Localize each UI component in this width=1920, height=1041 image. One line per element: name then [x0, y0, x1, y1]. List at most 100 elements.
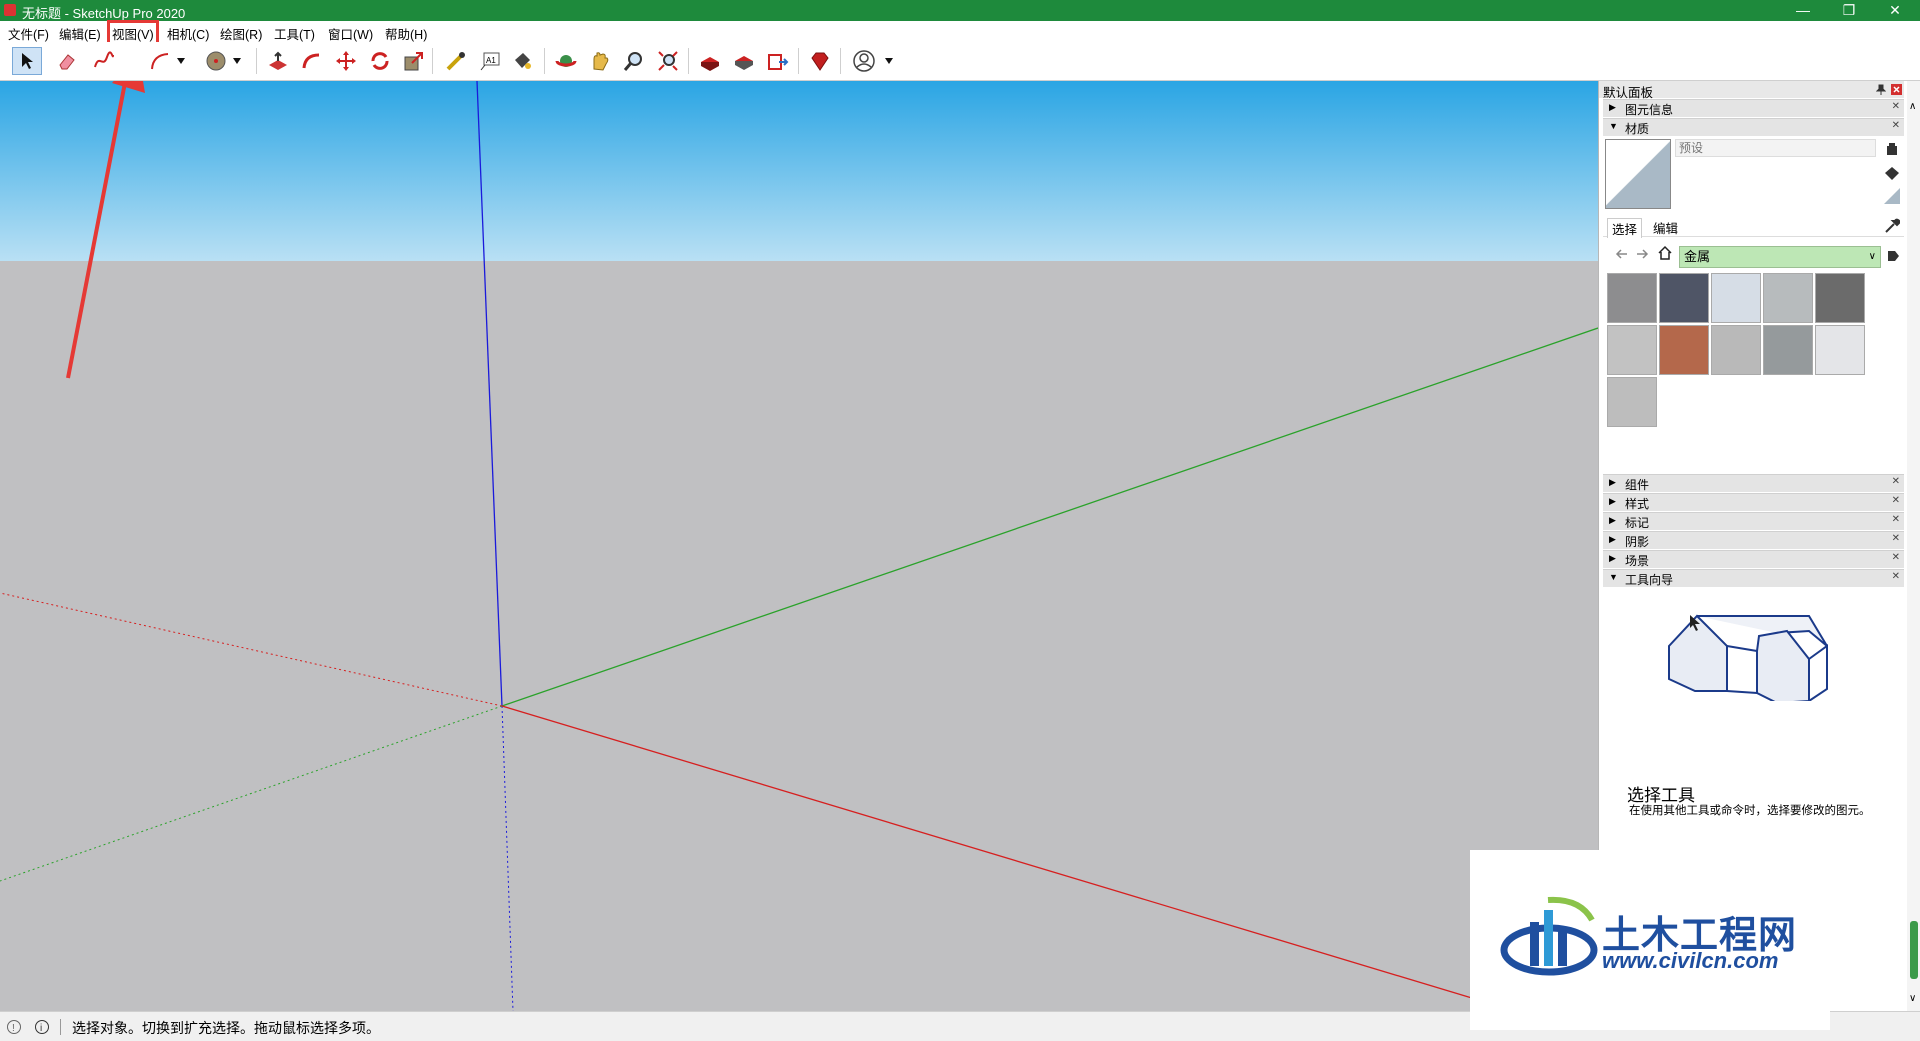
material-swatch[interactable] — [1659, 273, 1709, 323]
material-swatch[interactable] — [1607, 273, 1657, 323]
axes-drawing — [0, 81, 1598, 1011]
svg-text:A1: A1 — [486, 56, 496, 65]
menu-camera[interactable]: 相机(C) — [166, 24, 210, 43]
scroll-thumb[interactable] — [1910, 921, 1918, 979]
menu-tools[interactable]: 工具(T) — [273, 24, 316, 43]
material-swatch[interactable] — [1711, 273, 1761, 323]
menu-view[interactable]: 视图(V) — [107, 20, 159, 47]
freehand-icon — [94, 51, 114, 68]
forward-arrow-icon[interactable] — [1635, 247, 1649, 261]
paint-bucket-tool-button[interactable] — [508, 48, 536, 74]
material-swatch[interactable] — [1763, 325, 1813, 375]
orbit-tool-button[interactable] — [552, 48, 580, 74]
3d-warehouse-button[interactable] — [696, 48, 724, 74]
tape-measure-tool-button[interactable] — [442, 48, 470, 74]
info-icon[interactable]: i — [34, 1019, 50, 1035]
close-icon[interactable]: ✕ — [1892, 533, 1900, 544]
minimize-button[interactable]: — — [1780, 0, 1826, 21]
red-axis-negative — [0, 592, 503, 707]
menu-draw[interactable]: 绘图(R) — [219, 24, 263, 43]
paint-bucket-icon[interactable] — [1883, 165, 1901, 181]
text-tool-button[interactable]: A1 — [476, 48, 504, 74]
close-icon[interactable]: ✕ — [1892, 101, 1900, 112]
eraser-tool-button[interactable] — [53, 48, 81, 74]
menu-edit[interactable]: 编辑(E) — [58, 24, 102, 43]
arc-icon — [151, 53, 169, 70]
close-button[interactable]: ✕ — [1872, 0, 1918, 21]
tray-scenes[interactable]: ▶ 场景 ✕ — [1603, 550, 1904, 568]
tray-label: 场景 — [1625, 554, 1650, 568]
material-swatch[interactable] — [1607, 325, 1657, 375]
sample-paint-icon[interactable] — [1883, 187, 1901, 205]
account-dropdown[interactable] — [882, 48, 896, 74]
library-select-value: 金属 — [1684, 249, 1711, 264]
extension-warehouse-button[interactable] — [730, 48, 758, 74]
zoom-icon — [623, 52, 642, 71]
eyedropper-icon[interactable] — [1884, 218, 1900, 234]
tray-shadows[interactable]: ▶ 阴影 ✕ — [1603, 531, 1904, 549]
scale-tool-button[interactable] — [400, 48, 428, 74]
close-icon[interactable]: ✕ — [1892, 514, 1900, 525]
pan-tool-button[interactable] — [586, 48, 614, 74]
rotate-tool-button[interactable] — [366, 48, 394, 74]
pin-icon[interactable] — [1876, 84, 1886, 95]
account-button[interactable] — [850, 48, 878, 74]
account-icon — [853, 50, 875, 72]
circle-tool-button[interactable] — [202, 48, 230, 74]
material-name-field[interactable]: 预设 — [1675, 139, 1876, 157]
close-icon[interactable]: ✕ — [1892, 495, 1900, 506]
material-swatch[interactable] — [1815, 325, 1865, 375]
zoom-tool-button[interactable] — [620, 48, 648, 74]
pushpull-tool-button[interactable] — [264, 48, 292, 74]
circle-dropdown[interactable] — [230, 48, 244, 74]
expand-arrow-icon: ▶ — [1609, 477, 1616, 487]
scroll-down-icon[interactable]: ∨ — [1909, 993, 1916, 1004]
arc-dropdown[interactable] — [174, 48, 188, 74]
material-swatch[interactable] — [1815, 273, 1865, 323]
restore-button[interactable]: ❐ — [1826, 0, 1872, 21]
menu-file[interactable]: 文件(F) — [7, 24, 50, 43]
material-library-select[interactable]: 金属 ∨ — [1679, 246, 1881, 268]
arc-tool-button[interactable] — [146, 48, 174, 74]
material-swatch[interactable] — [1607, 377, 1657, 427]
tray-entity-info[interactable]: ▶ 图元信息 ✕ — [1603, 99, 1904, 117]
tab-edit[interactable]: 编辑 — [1649, 218, 1682, 237]
material-swatch[interactable] — [1659, 325, 1709, 375]
menu-window[interactable]: 窗口(W) — [327, 24, 374, 43]
red-axis — [501, 705, 1518, 1011]
close-icon[interactable]: ✕ — [1892, 476, 1900, 487]
move-tool-button[interactable] — [332, 48, 360, 74]
window-title: 无标题 - SketchUp Pro 2020 — [22, 6, 186, 21]
collapse-arrow-icon: ▼ — [1609, 121, 1618, 131]
close-icon[interactable] — [1891, 84, 1902, 95]
tray-styles[interactable]: ▶ 样式 ✕ — [1603, 493, 1904, 511]
zoom-extents-tool-button[interactable] — [654, 48, 682, 74]
select-tool-button[interactable] — [12, 47, 42, 75]
close-icon[interactable]: ✕ — [1892, 552, 1900, 563]
material-swatch[interactable] — [1763, 273, 1813, 323]
tab-select[interactable]: 选择 — [1607, 218, 1643, 238]
close-icon[interactable]: ✕ — [1892, 571, 1900, 582]
geo-location-icon[interactable]: ! — [6, 1019, 22, 1035]
tray-instructor[interactable]: ▼ 工具向导 ✕ — [1603, 569, 1904, 587]
tray-label: 阴影 — [1625, 535, 1650, 549]
material-swatch[interactable] — [1711, 325, 1761, 375]
tray-tags[interactable]: ▶ 标记 ✕ — [1603, 512, 1904, 530]
toolbar-separator — [688, 48, 689, 74]
home-icon[interactable] — [1657, 245, 1673, 261]
scroll-up-icon[interactable]: ∧ — [1909, 101, 1916, 112]
freehand-tool-button[interactable] — [90, 48, 118, 74]
ruby-console-button[interactable] — [806, 48, 834, 74]
details-arrow-icon[interactable] — [1885, 248, 1901, 264]
tray-materials[interactable]: ▼ 材质 ✕ — [1603, 118, 1904, 136]
create-material-icon[interactable] — [1885, 142, 1899, 156]
follow-me-tool-button[interactable] — [298, 48, 326, 74]
close-icon[interactable]: ✕ — [1892, 120, 1900, 131]
menu-help[interactable]: 帮助(H) — [384, 24, 428, 43]
send-to-layout-button[interactable] — [764, 48, 792, 74]
chevron-down-icon: ∨ — [1868, 251, 1876, 262]
panel-scrollbar[interactable]: ∧ ∨ — [1907, 81, 1920, 1011]
modeling-viewport[interactable] — [0, 81, 1598, 1011]
tray-components[interactable]: ▶ 组件 ✕ — [1603, 474, 1904, 492]
back-arrow-icon[interactable] — [1615, 247, 1629, 261]
